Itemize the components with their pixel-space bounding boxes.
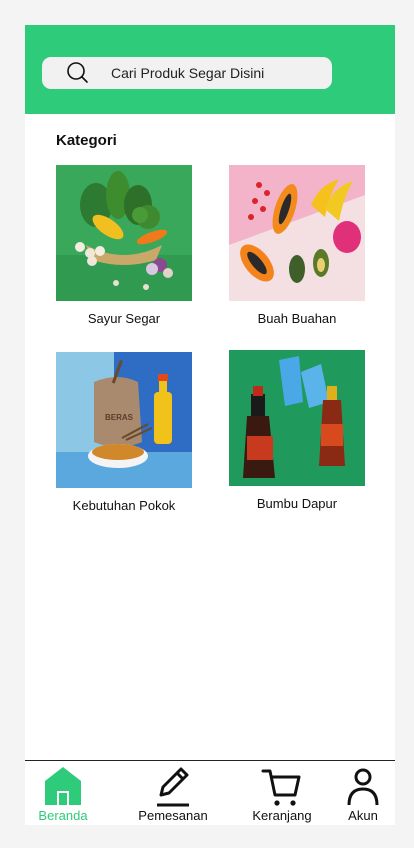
search-bar[interactable]: Cari Produk Segar Disini [42, 57, 332, 89]
search-icon [67, 62, 88, 83]
vegetables-photo [56, 165, 192, 301]
pencil-icon [157, 767, 189, 807]
nav-label: Akun [348, 808, 378, 823]
category-label: Sayur Segar [87, 311, 161, 326]
search-input[interactable]: Cari Produk Segar Disini [111, 65, 264, 81]
category-card-pokok[interactable]: BERAS Kebutuhan Pokok [56, 352, 192, 513]
app-header: Cari Produk Segar Disini [25, 25, 395, 114]
bottom-navigation: Beranda Pemesanan Keranjang Akun [25, 761, 395, 825]
user-icon [347, 768, 379, 806]
cart-icon [261, 769, 301, 806]
nav-item-akun[interactable]: Akun [343, 761, 383, 823]
nav-label: Keranjang [252, 808, 312, 823]
category-label: Kebutuhan Pokok [72, 498, 176, 513]
category-card-bumbu[interactable]: Bumbu Dapur [229, 350, 365, 511]
fruits-photo [229, 165, 365, 301]
nav-label: Beranda [38, 808, 88, 823]
section-title: Kategori [56, 132, 117, 149]
category-label: Bumbu Dapur [256, 496, 338, 511]
category-card-sayur[interactable]: Sayur Segar [56, 165, 192, 326]
staples-photo: BERAS [56, 352, 192, 488]
sack-text: BERAS [105, 413, 134, 422]
category-card-buah[interactable]: Buah Buahan [229, 165, 365, 326]
nav-item-keranjang[interactable]: Keranjang [247, 761, 317, 823]
nav-label: Pemesanan [138, 808, 208, 823]
category-label: Buah Buahan [257, 311, 337, 326]
nav-item-pemesanan[interactable]: Pemesanan [133, 761, 213, 823]
seasoning-photo [229, 350, 365, 486]
nav-item-beranda[interactable]: Beranda [31, 761, 95, 823]
home-icon [45, 767, 81, 805]
app-screen: Cari Produk Segar Disini Kategori Sayur … [25, 25, 395, 825]
